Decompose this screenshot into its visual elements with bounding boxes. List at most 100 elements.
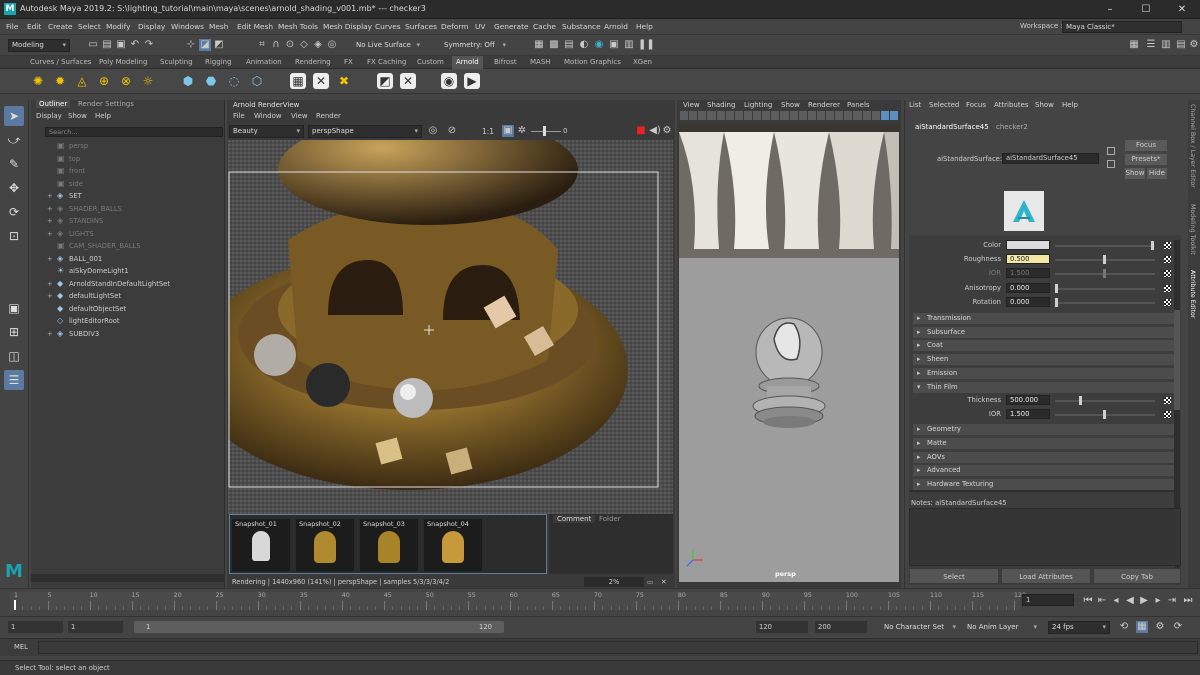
outliner-item[interactable]: + ◆ ArnoldStandInDefaultLightSet [47, 278, 170, 290]
tab-comment[interactable]: Comment [553, 515, 596, 523]
gate-mask-icon[interactable] [743, 111, 752, 120]
shader-swatch[interactable] [1004, 191, 1044, 231]
resolution-gate-icon[interactable] [734, 111, 743, 120]
play-forward-icon[interactable]: ▶ [1138, 595, 1150, 607]
exposure-value[interactable]: 0 [563, 127, 567, 135]
step-forward-key-icon[interactable]: ⇥ [1166, 595, 1178, 607]
layout-icon[interactable]: ☰ [4, 370, 24, 390]
attr-field[interactable]: 0.000 [1006, 297, 1050, 307]
input-connection-icon[interactable] [1107, 147, 1115, 155]
vp-menu-panels[interactable]: Panels [847, 101, 870, 109]
notes-textarea[interactable] [909, 508, 1181, 566]
exposure-slider[interactable] [543, 126, 546, 136]
attr-field[interactable]: 1.500 [1006, 408, 1050, 419]
vp-menu-view[interactable]: View [683, 101, 700, 109]
attr-slider-knob[interactable] [1103, 409, 1106, 419]
vp-menu-lighting[interactable]: Lighting [744, 101, 772, 109]
light-portal-icon[interactable]: ☼ [140, 73, 156, 89]
outliner-item[interactable]: ☀ aiSkyDomeLight1 [47, 265, 129, 277]
snapshot-thumb[interactable]: Snapshot_04 [424, 519, 482, 571]
workspace-dropdown[interactable]: Maya Classic* [1062, 21, 1182, 33]
anti-aliasing-icon[interactable] [844, 111, 853, 120]
section-header[interactable]: Emission [913, 367, 1179, 379]
pause-render-icon[interactable]: ❚❚ [638, 39, 655, 51]
image-plane-icon[interactable] [707, 111, 716, 120]
current-time-marker[interactable] [14, 600, 16, 610]
wireframe-on-shaded-icon[interactable] [789, 111, 798, 120]
ae-menu-focus[interactable]: Focus [966, 101, 986, 109]
menu-surfaces[interactable]: Surfaces [405, 22, 437, 31]
sound-icon[interactable]: ◀) [649, 125, 661, 137]
ambient-occlusion-icon[interactable] [826, 111, 835, 120]
outliner-item[interactable]: ▣ front [47, 165, 85, 177]
attr-slider-knob[interactable] [1079, 396, 1082, 406]
outliner-item[interactable]: ▣ CAM_SHADER_BALLS [47, 240, 141, 252]
record-icon[interactable]: ■ [635, 125, 647, 137]
step-back-frame-icon[interactable]: ◂ [1110, 595, 1122, 607]
outliner-item[interactable]: + ◈ SUBDIV3 [47, 328, 99, 340]
use-lights-icon[interactable] [807, 111, 816, 120]
map-button-icon[interactable] [1164, 285, 1171, 292]
hide-button[interactable]: Hide [1147, 168, 1167, 179]
fit-icon[interactable]: ▭ [647, 576, 653, 588]
mel-input[interactable] [38, 641, 1198, 654]
paint-select-icon[interactable]: ✎ [4, 154, 24, 174]
outliner-toggle-icon[interactable]: ☰ [1145, 39, 1157, 51]
shadows-icon[interactable] [816, 111, 825, 120]
attr-field[interactable]: 1.500 [1006, 268, 1050, 278]
outliner-menu-show[interactable]: Show [68, 112, 87, 120]
shelf-tab[interactable]: Motion Graphics [564, 58, 621, 66]
attr-slider-knob[interactable] [1055, 298, 1058, 307]
shelf-tab[interactable]: XGen [633, 58, 652, 66]
move-tool-icon[interactable]: ✥ [4, 178, 24, 198]
close-icon[interactable]: ✕ [1164, 0, 1200, 19]
menu-display[interactable]: Display [138, 22, 165, 31]
focus-button[interactable]: Focus [1125, 140, 1167, 151]
select-object-icon[interactable]: ◪ [199, 39, 211, 51]
new-scene-icon[interactable]: ▭ [87, 39, 99, 51]
bookmark-icon[interactable] [698, 111, 707, 120]
attr-field[interactable] [1006, 240, 1050, 250]
start-time-field[interactable]: 1 [8, 621, 63, 633]
volume-icon[interactable]: ⬣ [203, 73, 219, 89]
menu-arnold[interactable]: Arnold [604, 22, 628, 31]
viewport-canvas[interactable]: persp [679, 124, 899, 582]
section-header[interactable]: Hardware Texturing [913, 479, 1179, 490]
outliner-item[interactable]: ◆ defaultObjectSet [47, 303, 126, 315]
outliner-item[interactable]: ◇ lightEditorRoot [47, 315, 120, 327]
scale-tool-icon[interactable]: ⊡ [4, 226, 24, 246]
menu-mesh[interactable]: Mesh [209, 22, 228, 31]
expand-icon[interactable]: + [47, 290, 57, 302]
shelf-tab[interactable]: Animation [246, 58, 282, 66]
section-header[interactable]: Advanced [913, 465, 1179, 477]
texture-manager-icon[interactable]: ▦ [290, 73, 306, 89]
expand-icon[interactable]: + [47, 253, 57, 265]
area-light-icon[interactable]: ✺ [30, 73, 46, 89]
side-tab-attribute-editor[interactable]: Attribute Editor [1189, 270, 1196, 318]
ratio-label[interactable]: 1:1 [482, 127, 494, 136]
anim-layer-dropdown[interactable]: No Anim Layer [963, 621, 1041, 634]
field-chart-icon[interactable] [753, 111, 762, 120]
save-scene-icon[interactable]: ▣ [115, 39, 127, 51]
attr-slider-knob[interactable] [1055, 284, 1058, 293]
photometric-light-icon[interactable]: ⊗ [118, 73, 134, 89]
outliner-item[interactable]: + ◈ SET [47, 190, 82, 202]
menu-windows[interactable]: Windows [171, 22, 204, 31]
outliner-menu-display[interactable]: Display [36, 112, 62, 120]
snapshot-thumb[interactable]: Snapshot_03 [360, 519, 418, 571]
exposure-icon[interactable]: ✲ [516, 125, 528, 137]
rv-options-icon[interactable]: ✕ [661, 576, 667, 588]
merge-icon[interactable]: ✕ [400, 73, 416, 89]
shelf-tab[interactable]: Curves / Surfaces [30, 58, 91, 66]
minimize-icon[interactable]: – [1092, 0, 1128, 19]
ae-menu-list[interactable]: List [909, 101, 921, 109]
vp-menu-shading[interactable]: Shading [707, 101, 735, 109]
select-hierarchy-icon[interactable]: ⊹ [185, 39, 197, 51]
shelf-tab[interactable]: Rendering [295, 58, 331, 66]
sidebar-toggle-icon[interactable]: ▦ [1128, 39, 1140, 51]
snap-live-icon[interactable]: ◎ [326, 39, 338, 51]
outliner-item[interactable]: ▣ side [47, 178, 83, 190]
character-set-dropdown[interactable]: No Character Set [880, 621, 960, 634]
shelf-tab[interactable]: FX Caching [367, 58, 406, 66]
snap-curve-icon[interactable]: ∩ [270, 39, 282, 51]
